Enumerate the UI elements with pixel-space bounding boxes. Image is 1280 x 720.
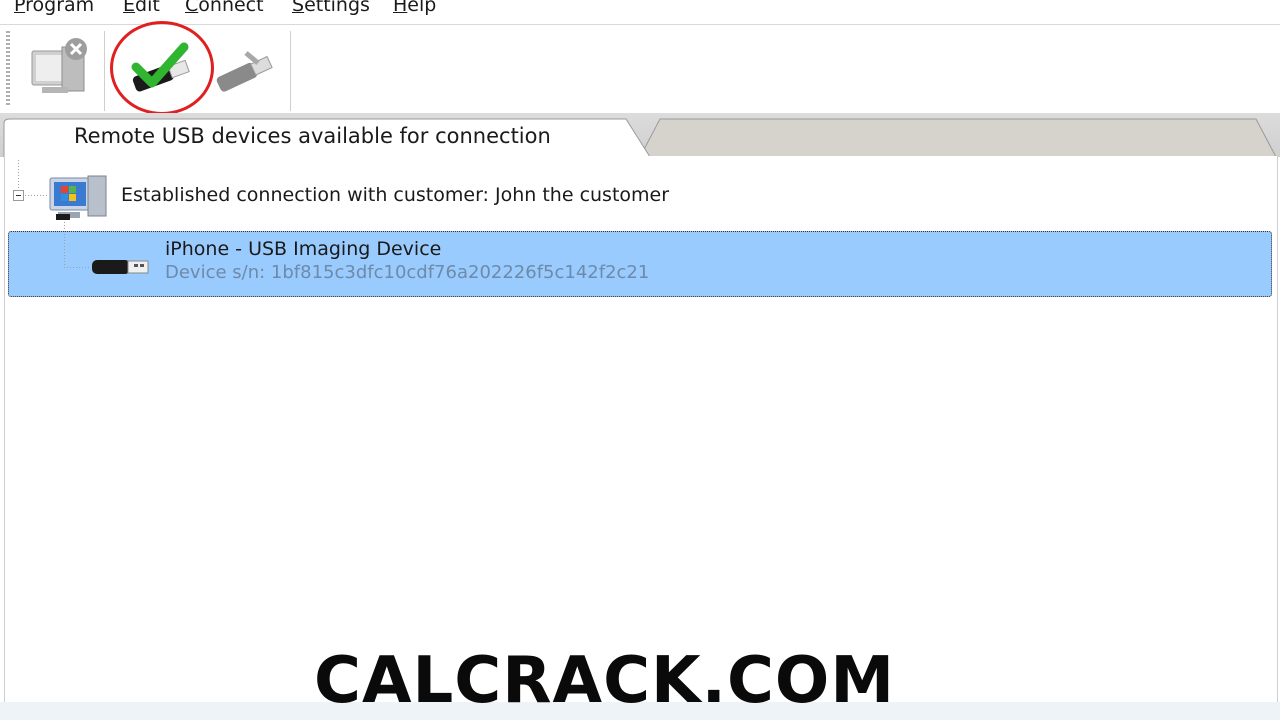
- toolbar-grip[interactable]: [6, 31, 10, 107]
- connection-node-label[interactable]: Established connection with customer: Jo…: [121, 184, 669, 206]
- tab-remote-usb-devices[interactable]: Remote USB devices available for connect…: [74, 124, 551, 148]
- menu-program[interactable]: Program: [14, 0, 94, 16]
- disconnect-usb-icon: [216, 51, 273, 92]
- toolbar: [0, 21, 1280, 115]
- customer-computer-icon: [48, 174, 112, 222]
- tree-collapse-toggle[interactable]: [13, 190, 24, 201]
- disconnect-usb-button[interactable]: [206, 33, 286, 105]
- menu-edit[interactable]: Edit: [123, 0, 160, 16]
- watermark-text: CALCRACK.COM: [314, 644, 895, 718]
- tree-line: [64, 222, 65, 268]
- usb-device-icon: [90, 252, 152, 282]
- tree-line: [25, 195, 47, 196]
- disconnect-computer-button[interactable]: [24, 33, 104, 105]
- tab-secondary[interactable]: [660, 119, 1256, 157]
- menu-settings[interactable]: Settings: [292, 0, 370, 16]
- menu-help[interactable]: Help: [393, 0, 436, 16]
- toolbar-separator: [290, 31, 291, 111]
- menu-connect[interactable]: Connect: [185, 0, 264, 16]
- toolbar-separator: [104, 31, 105, 111]
- disconnect-computer-icon: [31, 38, 87, 93]
- menu-bar: Program Edit Connect Settings Help: [0, 0, 1280, 25]
- tree-line: [18, 160, 19, 190]
- highlight-circle: [110, 21, 214, 115]
- device-name: iPhone - USB Imaging Device: [165, 238, 442, 260]
- tree-line: [64, 267, 90, 268]
- device-serial: Device s/n: 1bf815c3dfc10cdf76a202226f5c…: [165, 262, 650, 283]
